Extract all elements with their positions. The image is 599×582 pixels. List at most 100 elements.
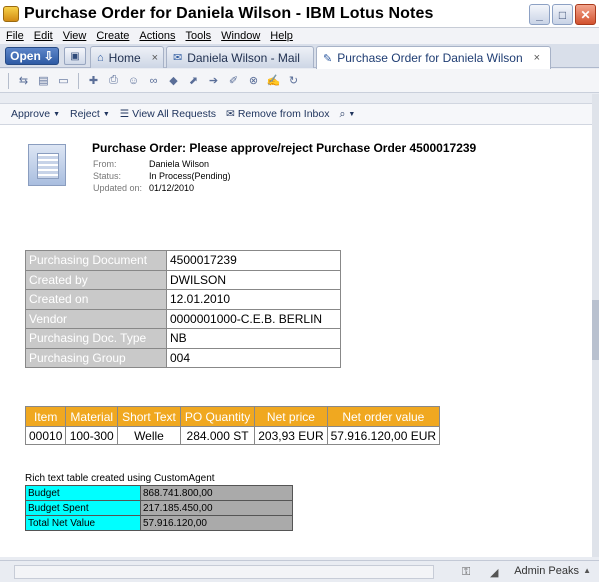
refresh-icon[interactable]: ↻ — [286, 73, 301, 88]
key-icon[interactable]: ⚿ — [462, 566, 470, 579]
windows-icon: ▣ — [70, 50, 80, 62]
tab-mail[interactable]: ✉ Daniela Wilson - Mail — [166, 46, 314, 68]
menu-view[interactable]: View — [63, 30, 87, 42]
menu-window[interactable]: Window — [221, 30, 260, 42]
lotus-notes-app-icon — [3, 5, 19, 22]
remove-from-inbox-button[interactable]: ✉ Remove from Inbox — [226, 108, 329, 120]
info-label: Purchasing Doc. Type — [25, 328, 167, 349]
new-document-icon[interactable]: ✚ — [86, 73, 101, 88]
menu-edit[interactable]: Edit — [34, 30, 53, 42]
tab-bar: Open ⇩ ▣ ⌂ Home × ✉ Daniela Wilson - Mai… — [0, 44, 599, 69]
info-label: Created on — [25, 289, 167, 310]
action-bar: Approve ▼ Reject ▼ ☰ View All Requests ✉… — [0, 103, 592, 125]
po-items-table: Item Material Short Text PO Quantity Net… — [24, 406, 441, 445]
scrollbar-thumb[interactable] — [592, 300, 599, 360]
approve-button[interactable]: Approve ▼ — [11, 108, 60, 120]
signal-icon[interactable]: ◢ — [490, 566, 498, 579]
caret-up-icon[interactable]: ▲ — [583, 566, 591, 575]
window-icon[interactable]: ▭ — [56, 73, 71, 88]
info-value: DWILSON — [166, 269, 341, 290]
table-row: Purchasing Document 4500017239 — [25, 250, 341, 271]
open-label: Open — [10, 49, 41, 63]
view-all-requests-button[interactable]: ☰ View All Requests — [120, 108, 216, 120]
budget-label: Budget Spent — [25, 500, 141, 516]
info-label: Created by — [25, 269, 167, 290]
budget-label: Budget — [25, 485, 141, 501]
menu-create[interactable]: Create — [96, 30, 129, 42]
rich-text-caption: Rich text table created using CustomAgen… — [25, 473, 215, 484]
table-row: Created on 12.01.2010 — [25, 289, 341, 310]
info-value: 4500017239 — [166, 250, 341, 271]
pen-icon[interactable]: ✐ — [226, 73, 241, 88]
menu-file[interactable]: File — [6, 30, 24, 42]
link-icon[interactable]: ∞ — [146, 73, 161, 88]
current-user[interactable]: Admin Peaks — [514, 565, 579, 577]
info-value: NB — [166, 328, 341, 349]
menu-actions[interactable]: Actions — [139, 30, 175, 42]
edit-document-icon[interactable]: ✍ — [266, 73, 281, 88]
budget-value: 57.916.120,00 — [140, 515, 293, 531]
tab-purchase-order[interactable]: ✎ Purchase Order for Daniela Wilson × — [316, 46, 551, 69]
list-icon: ☰ — [119, 108, 130, 120]
status-bar: ⚿ ◢ Admin Peaks ▲ — [0, 560, 599, 582]
tab-close-icon[interactable]: × — [152, 52, 158, 64]
document-icon — [28, 144, 66, 186]
tag-icon[interactable]: ◆ — [166, 73, 181, 88]
window-controls: _ □ ✕ — [529, 4, 596, 25]
updated-label: Updated on: — [93, 183, 143, 193]
menu-tools[interactable]: Tools — [185, 30, 211, 42]
info-value: 004 — [166, 347, 341, 368]
info-label: Vendor — [25, 308, 167, 329]
menu-help[interactable]: Help — [270, 30, 293, 42]
forward-icon[interactable]: ➔ — [206, 73, 221, 88]
column-header: Net price — [254, 406, 328, 427]
search-icon: ⌕ — [339, 107, 346, 120]
open-button[interactable]: Open ⇩ — [5, 47, 59, 65]
budget-value: 217.185.450,00 — [140, 500, 293, 516]
show-open-windows-button[interactable]: ▣ — [64, 47, 86, 65]
table-row: Vendor 0000001000-C.E.B. BERLIN — [25, 308, 341, 329]
document-icon: ✎ — [323, 52, 333, 65]
purchase-info-table: Purchasing Document 4500017239 Created b… — [25, 250, 341, 368]
minimize-button[interactable]: _ — [529, 4, 550, 25]
table-cell: 284.000 ST — [179, 426, 256, 445]
reject-label: Reject — [70, 108, 100, 120]
column-header: PO Quantity — [179, 406, 256, 427]
table-row: 00010 100-300 Welle 284.000 ST 203,93 EU… — [24, 426, 441, 445]
table-row: Total Net Value 57.916.120,00 — [25, 515, 293, 531]
status-message-area — [14, 565, 434, 579]
column-header: Item — [24, 406, 67, 427]
info-label: Purchasing Document — [25, 250, 167, 271]
briefcase-icon[interactable]: ▤ — [36, 73, 51, 88]
tab-close-icon[interactable]: × — [534, 52, 540, 64]
search-button[interactable]: ⌕ ▼ — [339, 108, 355, 121]
column-header: Material — [65, 406, 119, 427]
tab-label: Purchase Order for Daniela Wilson — [337, 51, 523, 65]
toolbar-divider — [78, 72, 79, 89]
maximize-button[interactable]: □ — [552, 4, 573, 25]
status-label: Status: — [93, 171, 122, 181]
from-row: From: Daniela Wilson — [93, 159, 209, 169]
close-window-button[interactable]: ✕ — [575, 4, 596, 25]
back-icon[interactable]: ⇆ — [16, 73, 31, 88]
mail-icon: ✉ — [173, 52, 183, 64]
table-row: Created by DWILSON — [25, 269, 341, 290]
caret-down-icon: ▼ — [348, 110, 356, 118]
smiley-icon[interactable]: ☺ — [126, 73, 141, 88]
from-value: Daniela Wilson — [149, 159, 210, 169]
reject-button[interactable]: Reject ▼ — [70, 108, 110, 120]
print-icon[interactable]: ⎙ — [106, 73, 121, 88]
view-all-label: View All Requests — [132, 108, 217, 120]
table-row: Purchasing Group 004 — [25, 347, 341, 368]
budget-label: Total Net Value — [25, 515, 141, 531]
document-title: Purchase Order: Please approve/reject Pu… — [92, 141, 477, 155]
tab-home[interactable]: ⌂ Home × — [90, 46, 164, 68]
export-icon[interactable]: ⬈ — [186, 73, 201, 88]
table-row: Budget 868.741.800,00 — [25, 485, 293, 501]
binoculars-icon[interactable]: ⊗ — [246, 73, 261, 88]
icon-toolbar: ⇆ ▤ ▭ ✚ ⎙ ☺ ∞ ◆ ⬈ ➔ ✐ ⊗ ✍ ↻ — [0, 69, 599, 93]
window-title: Purchase Order for Daniela Wilson - IBM … — [24, 4, 434, 22]
caret-down-icon: ▼ — [53, 110, 61, 118]
updated-value: 01/12/2010 — [149, 183, 195, 193]
document-area: Purchase Order: Please approve/reject Pu… — [0, 125, 592, 557]
